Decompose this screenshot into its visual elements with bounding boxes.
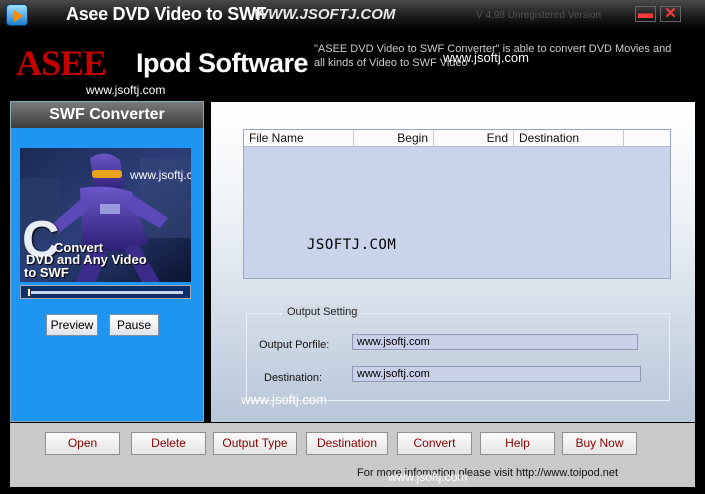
output-profile-field[interactable]: www.jsoftj.com: [352, 334, 638, 350]
help-button[interactable]: Help: [480, 432, 555, 455]
buy-now-button[interactable]: Buy Now: [562, 432, 637, 455]
output-setting-group: Output Setting Output Porfile: www.jsoft…: [246, 306, 670, 401]
app-window: Asee DVD Video to SWF WWW.JSOFTJ.COM V 4…: [0, 0, 705, 494]
output-profile-label: Output Porfile:: [259, 339, 330, 351]
convert-button[interactable]: Convert: [397, 432, 472, 455]
delete-button[interactable]: Delete: [131, 432, 206, 455]
output-type-button[interactable]: Output Type: [213, 432, 297, 455]
file-list[interactable]: File Name Begin End Destination JSOFTJ.C…: [243, 129, 671, 279]
video-preview: C Convert DVD and Any Video to SWF www.j…: [20, 148, 191, 282]
title-watermark: WWW.JSOFTJ.COM: [254, 6, 396, 23]
seek-thumb[interactable]: [27, 288, 31, 297]
version-label: V 4.98 Unregistered Version: [476, 10, 602, 21]
header-watermark: www.jsoftj.com: [443, 50, 529, 65]
right-panel: File Name Begin End Destination JSOFTJ.C…: [211, 102, 695, 422]
brand-site: www.jsoftj.com: [86, 83, 166, 97]
title-bar[interactable]: Asee DVD Video to SWF WWW.JSOFTJ.COM V 4…: [0, 0, 705, 30]
right-panel-watermark: www.jsoftj.com: [241, 392, 327, 407]
column-destination[interactable]: Destination: [514, 130, 624, 147]
left-panel: SWF Converter C Convert DVD and Any Vide…: [10, 101, 204, 422]
minimize-icon: ▬: [638, 5, 653, 22]
window-title: Asee DVD Video to SWF: [66, 4, 267, 24]
pause-button[interactable]: Pause: [109, 314, 159, 336]
preview-caption-3: to SWF: [24, 265, 69, 280]
destination-button[interactable]: Destination: [306, 432, 388, 455]
destination-label: Destination:: [264, 372, 323, 384]
panel-title: SWF Converter: [11, 102, 203, 128]
destination-field[interactable]: www.jsoftj.com: [352, 366, 641, 382]
preview-watermark: www.jsoftj.com: [130, 168, 191, 182]
close-button[interactable]: ✕: [660, 5, 681, 22]
output-setting-label: Output Setting: [283, 306, 362, 318]
column-file-name[interactable]: File Name: [244, 130, 354, 147]
bottom-toolbar: Open Delete Output Type Destination Conv…: [10, 423, 695, 487]
seek-bar[interactable]: [20, 285, 191, 299]
close-icon: ✕: [664, 5, 677, 22]
column-begin[interactable]: Begin: [354, 130, 434, 147]
brand-logo: ASEE: [16, 43, 107, 83]
column-end[interactable]: End: [434, 130, 514, 147]
open-button[interactable]: Open: [45, 432, 120, 455]
file-list-header: File Name Begin End Destination: [244, 130, 670, 147]
seek-track: [29, 291, 183, 294]
header: ASEE Ipod Software www.jsoftj.com "ASEE …: [0, 30, 705, 100]
preview-button[interactable]: Preview: [46, 314, 98, 336]
app-icon[interactable]: [6, 4, 28, 26]
file-list-watermark: JSOFTJ.COM: [307, 237, 397, 253]
product-name: Ipod Software: [136, 48, 309, 78]
minimize-button[interactable]: ▬: [635, 5, 656, 22]
footer-watermark: www.jsoftj.com: [388, 470, 468, 484]
